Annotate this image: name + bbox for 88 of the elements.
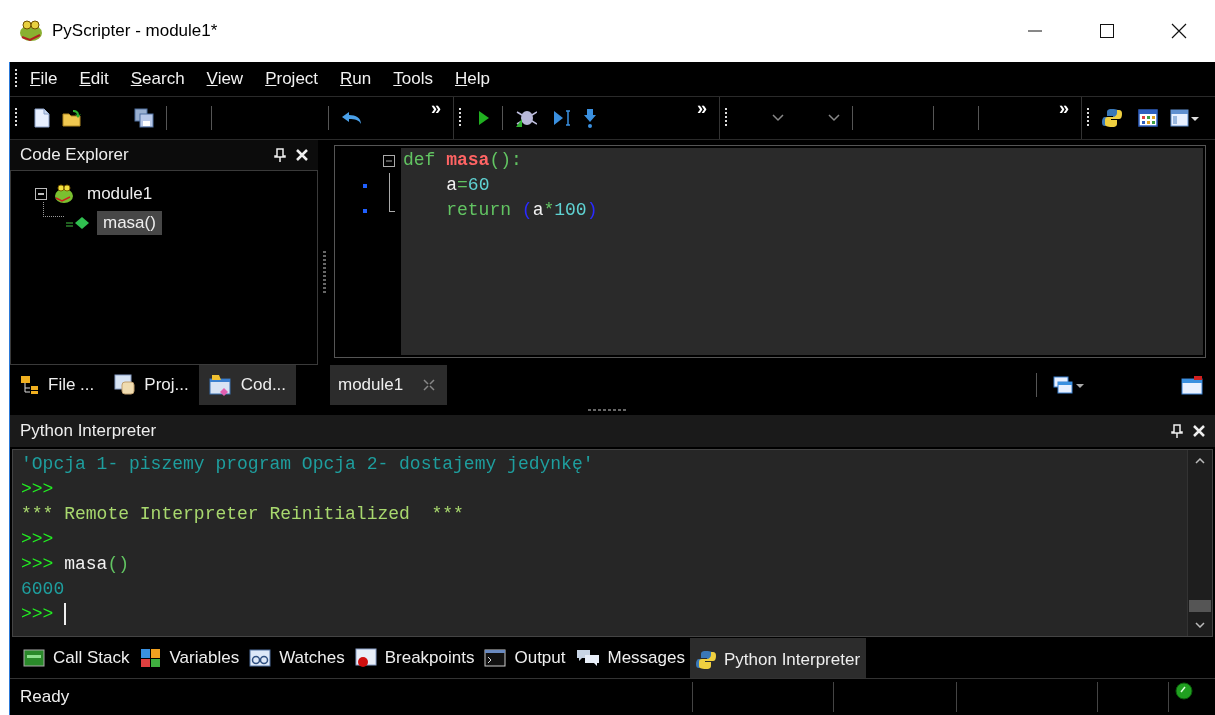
close-button[interactable]	[296, 149, 308, 161]
overflow-chevron[interactable]: »	[1059, 99, 1070, 117]
menu-item[interactable]: View	[194, 69, 254, 89]
bug-icon[interactable]	[515, 108, 537, 128]
console-line: >>>	[20, 528, 55, 551]
undo-icon[interactable]	[341, 110, 363, 126]
grip-icon	[458, 107, 462, 129]
menu-item[interactable]: Help	[442, 69, 500, 89]
console-line: >>>	[19, 602, 1187, 627]
chevron-down-icon[interactable]	[772, 114, 785, 122]
scroll-down-icon[interactable]	[1195, 622, 1205, 628]
panel-tab[interactable]: Output	[479, 638, 571, 678]
grid-icon[interactable]	[1138, 109, 1159, 127]
tree-item[interactable]: masa()	[97, 210, 162, 235]
folder-window-icon[interactable]	[1181, 375, 1203, 395]
code-line: return (a*100)	[445, 199, 599, 222]
close-tab-icon[interactable]	[423, 379, 436, 391]
folder-tree-icon	[20, 375, 40, 395]
panel-tab[interactable]: Python Interpreter	[690, 638, 867, 678]
scroll-up-icon[interactable]	[1195, 458, 1205, 464]
breakpoint-icon	[354, 648, 377, 668]
close-button[interactable]	[1193, 425, 1205, 437]
chevron-down-icon[interactable]	[828, 114, 841, 122]
method-icon	[65, 214, 91, 231]
code-line: def masa():	[402, 149, 523, 172]
package-icon	[114, 374, 137, 396]
panel-tab[interactable]: File ...	[10, 365, 105, 405]
fold-line-end	[389, 198, 395, 212]
status-text: Ready	[19, 687, 71, 707]
variables-icon	[139, 648, 162, 668]
tree-item[interactable]: module1	[81, 181, 159, 206]
play-icon[interactable]	[478, 110, 490, 126]
console-line: >>>	[20, 478, 55, 501]
menu-item[interactable]: Search	[118, 69, 195, 89]
close-icon[interactable]	[1171, 23, 1187, 39]
logo-icon[interactable]	[1102, 108, 1123, 128]
grip-icon	[14, 68, 18, 90]
grip-icon	[1086, 107, 1091, 129]
console-line: >>> masa()	[20, 553, 131, 576]
console-line: *** Remote Interpreter Reinitialized ***	[20, 503, 465, 526]
scroll-thumb[interactable]	[1189, 600, 1211, 612]
code-window-icon	[208, 374, 233, 396]
panel-tab[interactable]: Proj...	[104, 365, 199, 405]
code-area[interactable]: def masa(): a=60 return (a*100)	[401, 148, 1203, 355]
panel-tab[interactable]: Messages	[570, 638, 690, 678]
logo-icon	[696, 650, 716, 670]
menu-item[interactable]: Edit	[67, 69, 119, 89]
menu-item[interactable]: Run	[328, 69, 382, 89]
down-arrow-icon[interactable]	[583, 108, 597, 128]
panel-tab[interactable]: Variables	[134, 638, 245, 678]
panel-tab[interactable]: Breakpoints	[349, 638, 480, 678]
window-layout-icon[interactable]	[1170, 109, 1201, 127]
maximize-icon[interactable]	[1099, 23, 1115, 39]
folder-icon[interactable]	[62, 109, 82, 127]
console-line: 'Opcja 1- piszemy program Opcja 2- dostajemy jedynkę'	[20, 453, 595, 476]
console-line: 6000	[20, 578, 66, 601]
glasses-icon	[249, 649, 272, 667]
editor-tab[interactable]: module1	[330, 365, 448, 405]
app-icon	[18, 19, 44, 43]
status-light-icon	[1175, 682, 1193, 700]
panel-tab[interactable]: Call Stack	[18, 638, 135, 678]
overflow-chevron[interactable]: »	[431, 99, 441, 117]
speech-bubbles-icon	[575, 648, 600, 668]
window-title: PyScripter - module1*	[52, 21, 218, 41]
pin-button[interactable]	[274, 148, 286, 162]
floppy-icon[interactable]	[134, 108, 154, 128]
panel-tab[interactable]: Cod...	[198, 365, 297, 405]
panel-title: Python Interpreter	[20, 421, 158, 441]
overflow-chevron[interactable]: »	[697, 99, 708, 117]
panel-tab[interactable]: Watches	[244, 638, 350, 678]
menu-item[interactable]: File	[18, 69, 68, 89]
tree-toggle[interactable]	[35, 187, 47, 200]
fold-toggle[interactable]	[383, 154, 395, 167]
menu-item[interactable]: Project	[253, 69, 329, 89]
folders-icon[interactable]	[1053, 375, 1085, 395]
grip-icon	[724, 107, 729, 129]
console-icon	[484, 649, 507, 667]
pin-button[interactable]	[1171, 424, 1183, 438]
fold-line	[388, 173, 390, 198]
code-line: a=60	[445, 174, 491, 197]
stack-icon	[23, 649, 45, 667]
module-icon	[53, 182, 75, 205]
menu-item[interactable]: Tools	[381, 69, 443, 89]
new-page-icon[interactable]	[34, 108, 50, 128]
step-icon[interactable]	[553, 109, 571, 127]
scrollbar[interactable]	[1187, 450, 1212, 636]
panel-title: Code Explorer	[20, 145, 130, 165]
grip-icon	[14, 107, 18, 129]
